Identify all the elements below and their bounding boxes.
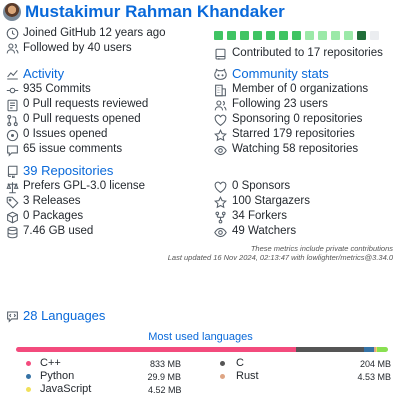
package-icon	[5, 210, 19, 224]
calendar-day	[279, 31, 288, 40]
last-updated-note: Last updated 16 Nov 2024, 02:13:47 with …	[167, 253, 393, 262]
repo-license: Prefers GPL-3.0 license	[23, 180, 146, 192]
comment-icon	[5, 143, 19, 157]
repo-stargazers: 100 Stargazers	[232, 195, 310, 207]
clock-icon	[5, 26, 19, 40]
languages-bar-segment	[16, 347, 296, 352]
calendar-day	[292, 31, 301, 40]
repo-sponsors: 0 Sponsors	[232, 180, 291, 192]
contributed-text: Contributed to 17 repositories	[232, 47, 383, 59]
language-size: 29.9 MB	[147, 372, 181, 382]
star-icon	[213, 128, 227, 142]
language-name: C++	[40, 357, 61, 369]
languages-list: C++ 833 MB C 204 MB Python 29.9 MB Rust 4.53 MB…	[0, 357, 401, 400]
calendar-day	[305, 31, 314, 40]
law-icon	[5, 180, 19, 194]
activity-reviewed: 0 Pull requests reviewed	[23, 98, 149, 110]
languages-bar-segment	[377, 347, 388, 352]
community-following: Following 23 users	[232, 98, 328, 110]
community-starred: Starred 179 repositories	[232, 128, 355, 140]
community-orgs: Member of 0 organizations	[232, 83, 369, 95]
community-watching: Watching 58 repositories	[232, 143, 359, 155]
language-color-dot	[26, 387, 31, 392]
community-title[interactable]: Community stats	[232, 66, 329, 82]
language-name: JavaScript	[40, 383, 92, 395]
language-name: Python	[40, 370, 75, 382]
community-sponsoring: Sponsoring 0 repositories	[232, 113, 363, 125]
calendar-day	[240, 31, 249, 40]
private-contributions-note: These metrics include private contributi…	[250, 244, 393, 253]
profile-name[interactable]: Mustakimur Rahman Khandaker	[25, 2, 285, 22]
repo-disk-usage: 7.46 GB used	[23, 225, 94, 237]
repo-forkers: 34 Forkers	[232, 210, 287, 222]
star-icon	[213, 195, 227, 209]
issue-icon	[5, 128, 19, 142]
language-color-dot	[26, 361, 31, 366]
repo-packages: 0 Packages	[23, 210, 84, 222]
pull-request-icon	[5, 113, 19, 127]
tag-icon	[5, 195, 19, 209]
calendar-day	[331, 31, 340, 40]
language-size: 4.52 MB	[148, 385, 182, 395]
eye-icon	[213, 225, 227, 239]
eye-icon	[213, 143, 227, 157]
repo-icon	[5, 164, 19, 178]
repo-releases: 3 Releases	[23, 195, 81, 207]
code-square-icon	[5, 309, 19, 323]
languages-subtitle: Most used languages	[148, 331, 253, 343]
languages-bar-segment	[364, 347, 375, 352]
fork-icon	[213, 210, 227, 224]
calendar-day	[318, 31, 327, 40]
calendar-day	[357, 31, 366, 40]
octoface-icon	[213, 67, 227, 81]
repositories-title[interactable]: 39 Repositories	[23, 163, 113, 179]
calendar-day	[266, 31, 275, 40]
calendar-day	[214, 31, 223, 40]
languages-title[interactable]: 28 Languages	[23, 308, 105, 324]
activity-title[interactable]: Activity	[23, 66, 64, 82]
followers-text: Followed by 40 users	[23, 42, 132, 54]
activity-commits: 935 Commits	[23, 83, 91, 95]
languages-bar	[16, 347, 388, 352]
language-color-dot	[26, 374, 31, 379]
repo-push-icon	[213, 47, 227, 61]
calendar-day	[227, 31, 236, 40]
joined-text: Joined GitHub 12 years ago	[23, 27, 166, 39]
language-size: 204 MB	[359, 359, 391, 369]
language-size: 833 MB	[149, 359, 181, 369]
activity-pr-opened: 0 Pull requests opened	[23, 113, 141, 125]
language-name: Rust	[236, 370, 259, 382]
calendar-day	[370, 31, 379, 40]
activity-graph-icon	[5, 67, 19, 81]
organization-icon	[213, 83, 227, 97]
language-size: 4.53 MB	[357, 372, 391, 382]
people-icon	[5, 41, 19, 55]
database-icon	[5, 225, 19, 239]
commit-icon	[5, 83, 19, 97]
following-icon	[213, 98, 227, 112]
heart-icon	[213, 113, 227, 127]
contribution-calendar	[214, 31, 384, 41]
language-color-dot	[220, 374, 225, 379]
language-color-dot	[220, 361, 225, 366]
review-icon	[5, 98, 19, 112]
language-name: C	[236, 357, 244, 369]
calendar-day	[344, 31, 353, 40]
heart-icon	[213, 180, 227, 194]
languages-bar-segment	[295, 347, 365, 352]
activity-issues: 0 Issues opened	[23, 128, 108, 140]
calendar-day	[253, 31, 262, 40]
avatar[interactable]	[3, 3, 21, 21]
repo-watchers: 49 Watchers	[232, 225, 297, 237]
activity-comments: 65 issue comments	[23, 143, 123, 155]
